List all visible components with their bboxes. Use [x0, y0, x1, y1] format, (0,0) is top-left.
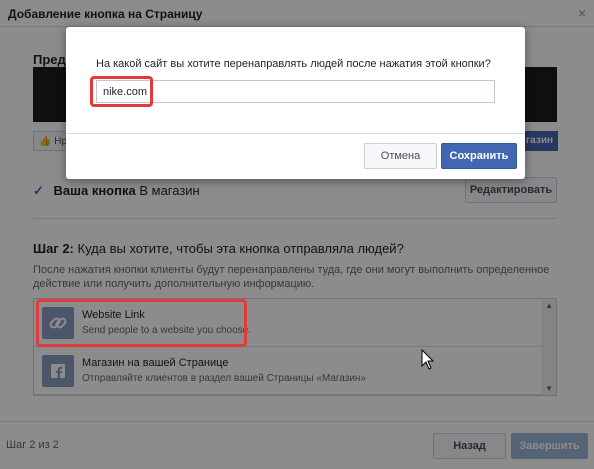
save-button[interactable]: Сохранить — [441, 143, 517, 169]
website-modal: На какой сайт вы хотите перенаправлять л… — [66, 27, 525, 179]
highlight-website-link — [36, 299, 247, 347]
modal-divider — [66, 133, 525, 134]
website-url-input[interactable] — [96, 80, 495, 103]
highlight-url-input — [90, 76, 153, 107]
modal-question: На какой сайт вы хотите перенаправлять л… — [96, 58, 491, 70]
cancel-button[interactable]: Отмена — [364, 143, 437, 169]
